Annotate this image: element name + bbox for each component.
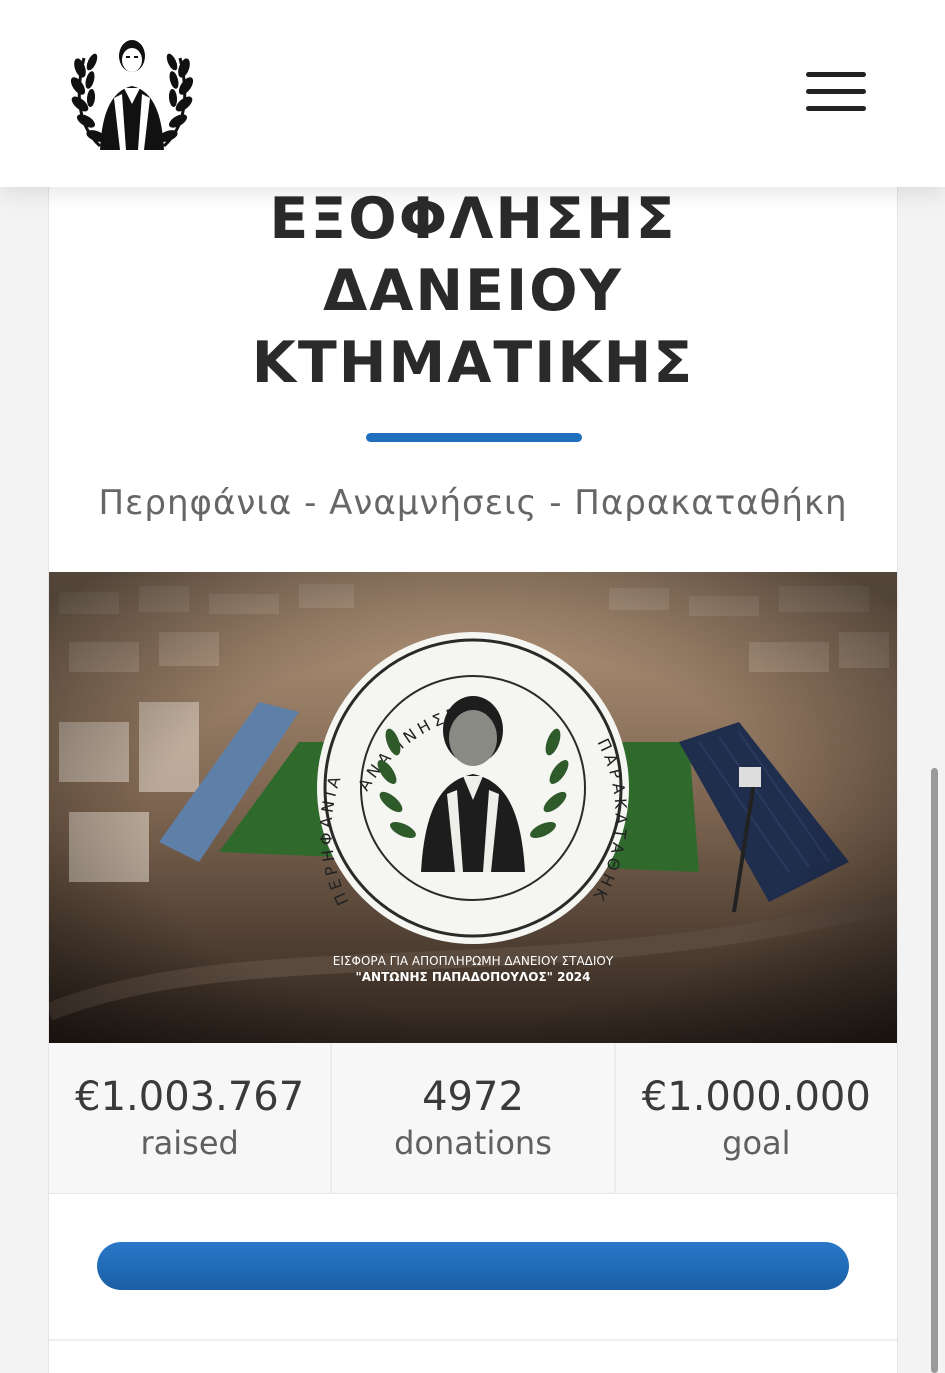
stat-raised: €1.003.767 raised bbox=[49, 1043, 333, 1193]
menu-line bbox=[806, 106, 866, 111]
campaign-title: ΕΞΟΦΛΗΣΗΣ ΔΑΝΕΙΟΥ ΚΤΗΜΑΤΙΚΗΣ bbox=[49, 183, 897, 399]
stat-donations-value: 4972 bbox=[422, 1074, 524, 1120]
funding-progress-bar bbox=[97, 1242, 849, 1290]
banner-caption-line-2: "ΑΝΤΩΝΗΣ ΠΑΠΑΔΟΠΟΥΛΟΣ" 2024 bbox=[355, 970, 590, 984]
club-logo-icon[interactable] bbox=[70, 28, 194, 156]
stat-goal: €1.000.000 goal bbox=[616, 1043, 897, 1193]
stat-goal-label: goal bbox=[722, 1124, 791, 1162]
banner-caption-line-1: ΕΙΣΦΟΡΑ ΓΙΑ ΑΠΟΠΛΗΡΩΜΗ ΔΑΝΕΙΟΥ ΣΤΑΔΙΟΥ bbox=[333, 954, 614, 968]
stat-donations-label: donations bbox=[394, 1124, 552, 1162]
campaign-subtitle: Περηφάνια - Αναμνήσεις - Παρακαταθήκη bbox=[98, 483, 848, 523]
menu-line bbox=[806, 72, 866, 77]
campaign-banner-image[interactable]: ΑΝΑΜΝΗΣΕΙΣ ΠΑΡΑΚΑΤΑΘΗΚΗ ΠΕΡΗΦΑΝΙΑ bbox=[49, 572, 897, 1043]
stat-raised-label: raised bbox=[140, 1124, 239, 1162]
stat-raised-value: €1.003.767 bbox=[75, 1074, 305, 1120]
title-line-3: ΚΤΗΜΑΤΙΚΗΣ bbox=[251, 330, 695, 396]
card-divider bbox=[49, 1339, 897, 1341]
hamburger-menu-icon[interactable] bbox=[800, 64, 874, 120]
title-divider bbox=[366, 433, 582, 442]
campaign-card: ΕΞΟΦΛΗΣΗΣ ΔΑΝΕΙΟΥ ΚΤΗΜΑΤΙΚΗΣ Περηφάνια -… bbox=[48, 150, 898, 1373]
title-line-1: ΕΞΟΦΛΗΣΗΣ bbox=[269, 186, 677, 252]
site-header bbox=[0, 0, 945, 187]
stat-goal-value: €1.000.000 bbox=[641, 1074, 871, 1120]
page-scrollbar[interactable] bbox=[931, 768, 938, 1373]
stat-donations: 4972 donations bbox=[332, 1043, 616, 1193]
menu-line bbox=[806, 89, 866, 94]
title-line-2: ΔΑΝΕΙΟΥ bbox=[323, 258, 623, 324]
campaign-stats: €1.003.767 raised 4972 donations €1.000.… bbox=[49, 1043, 897, 1194]
